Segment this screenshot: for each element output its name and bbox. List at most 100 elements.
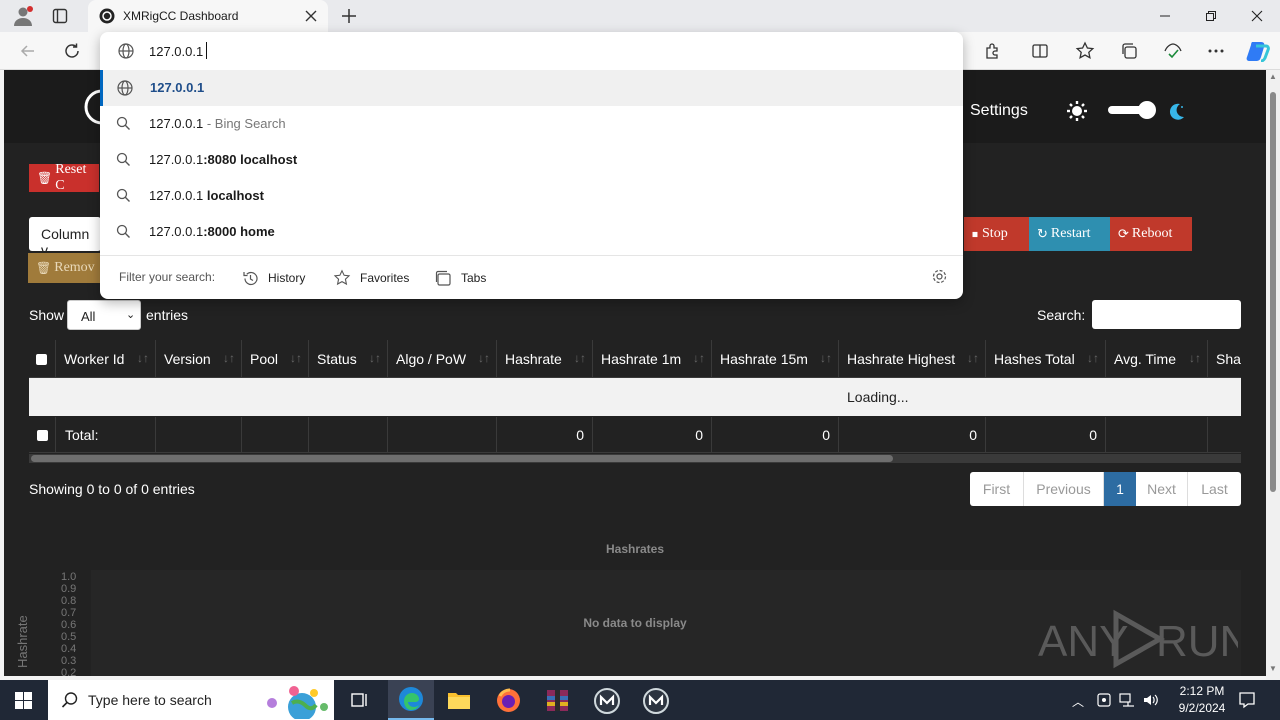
page-next[interactable]: Next bbox=[1136, 472, 1188, 506]
network-icon[interactable] bbox=[1119, 692, 1135, 708]
profile-icon[interactable] bbox=[12, 5, 34, 27]
file-explorer-icon[interactable] bbox=[447, 689, 471, 711]
volume-icon[interactable] bbox=[1142, 692, 1158, 708]
chart-ytick: 0.6 bbox=[61, 619, 77, 631]
suggestion-query: 127.0.0.1 bbox=[149, 152, 204, 167]
reboot-button[interactable]: ⟳ Reboot bbox=[1110, 217, 1192, 251]
tray-device-icon[interactable] bbox=[1096, 692, 1112, 708]
sun-icon[interactable] bbox=[1066, 100, 1088, 122]
task-view-icon[interactable] bbox=[351, 691, 369, 709]
svg-text:RUN: RUN bbox=[1156, 617, 1238, 666]
page-previous[interactable]: Previous bbox=[1024, 472, 1104, 506]
column-visibility-select[interactable]: Column v bbox=[29, 217, 101, 258]
total-cell-algo bbox=[388, 417, 497, 453]
suggestion-item[interactable]: 127.0.0.1 bbox=[100, 70, 963, 106]
column-header-label: Worker Id bbox=[64, 351, 125, 367]
nav-settings[interactable]: Settings bbox=[970, 102, 1028, 120]
windows-start-icon[interactable] bbox=[15, 692, 32, 709]
trash-icon-2: 🗑 bbox=[36, 260, 52, 275]
taskbar-search-box[interactable]: Type here to search bbox=[48, 680, 334, 720]
moon-icon[interactable] bbox=[1167, 101, 1187, 121]
column-header[interactable]: Hashrate 15m ↓↑ bbox=[712, 340, 839, 378]
tab-actions-icon[interactable] bbox=[52, 8, 68, 24]
table-search-input[interactable] bbox=[1092, 300, 1241, 329]
extensions-icon[interactable] bbox=[983, 42, 1001, 60]
page-scrollbar[interactable]: ▲ ▼ bbox=[1266, 70, 1280, 680]
column-header[interactable]: Avg. Time ↓↑ bbox=[1106, 340, 1208, 378]
collections-icon[interactable] bbox=[1120, 42, 1138, 60]
firefox-icon[interactable] bbox=[496, 688, 521, 713]
split-screen-icon[interactable] bbox=[1031, 42, 1049, 60]
total-hashrate-highest: 0 bbox=[839, 417, 986, 453]
column-header-label: Algo / PoW bbox=[396, 351, 467, 367]
minimize-icon[interactable] bbox=[1142, 0, 1188, 32]
column-header[interactable]: Algo / PoW ↓↑ bbox=[388, 340, 497, 378]
performance-icon[interactable] bbox=[1163, 42, 1183, 60]
column-header[interactable]: Pool ↓↑ bbox=[242, 340, 309, 378]
scroll-down-icon[interactable]: ▼ bbox=[1269, 664, 1277, 673]
back-icon[interactable] bbox=[20, 43, 36, 59]
anyrun-watermark: ANY RUN bbox=[1038, 608, 1238, 670]
xmrigcc-app-icon-2[interactable] bbox=[643, 688, 669, 714]
tray-chevron-icon[interactable]: ︿ bbox=[1072, 693, 1084, 710]
chart-ytick: 0.7 bbox=[61, 607, 77, 619]
taskbar-search-icon bbox=[61, 691, 79, 709]
new-tab-icon[interactable] bbox=[340, 7, 358, 25]
scroll-up-icon[interactable]: ▲ bbox=[1269, 72, 1277, 81]
column-header-label: Version bbox=[164, 351, 211, 367]
row-checkbox[interactable] bbox=[29, 417, 56, 453]
suggestion-query: 127.0.0.1 bbox=[150, 80, 205, 95]
tab-xmrigcc[interactable]: XMRigCC Dashboard bbox=[88, 0, 328, 32]
column-header-label: Pool bbox=[250, 351, 279, 367]
clock-date[interactable]: 9/2/2024 bbox=[1172, 701, 1232, 715]
select-all-checkbox[interactable] bbox=[29, 340, 56, 378]
filter-favorites[interactable]: Favorites bbox=[333, 268, 409, 288]
page-last[interactable]: Last bbox=[1188, 472, 1241, 506]
filter-history[interactable]: History bbox=[242, 268, 305, 288]
favorites-star-icon[interactable] bbox=[1075, 41, 1095, 61]
column-header[interactable]: Hashes Total ↓↑ bbox=[986, 340, 1106, 378]
page-first[interactable]: First bbox=[970, 472, 1024, 506]
winrar-icon[interactable] bbox=[545, 688, 570, 713]
theme-toggle-knob[interactable] bbox=[1138, 101, 1156, 119]
restore-icon[interactable] bbox=[1188, 0, 1234, 32]
stop-button[interactable]: ⏹ Stop bbox=[964, 217, 1029, 251]
close-window-icon[interactable] bbox=[1234, 0, 1280, 32]
trash-icon: 🗑 bbox=[37, 170, 53, 185]
taskbar: Type here to search ︿ 2:12 PM 9/2/2024 bbox=[0, 680, 1280, 720]
page-scrollbar-thumb[interactable] bbox=[1270, 92, 1276, 492]
column-header[interactable]: Hashrate ↓↑ bbox=[497, 340, 593, 378]
suggestion-item[interactable]: 127.0.0.1:8000 home bbox=[100, 214, 963, 250]
page-1[interactable]: 1 bbox=[1104, 472, 1136, 506]
clock-time[interactable]: 2:12 PM bbox=[1172, 684, 1232, 698]
close-tab-icon[interactable] bbox=[304, 9, 318, 23]
suggestion-item[interactable]: 127.0.0.1 - Bing Search bbox=[100, 106, 963, 142]
copilot-icon[interactable] bbox=[1246, 40, 1270, 62]
reset-button[interactable]: 🗑 Reset C bbox=[29, 162, 99, 193]
sort-icon: ↓↑ bbox=[574, 351, 586, 365]
column-header[interactable]: Version ↓↑ bbox=[156, 340, 242, 378]
column-header[interactable]: Worker Id ↓↑ bbox=[56, 340, 156, 378]
column-header[interactable]: Sha bbox=[1208, 340, 1241, 378]
suggestion-item[interactable]: 127.0.0.1 localhost bbox=[100, 178, 963, 214]
filter-tabs[interactable]: Tabs bbox=[435, 268, 486, 288]
suggestion-item[interactable]: 127.0.0.1:8080 localhost bbox=[100, 142, 963, 178]
column-header[interactable]: Status ↓↑ bbox=[309, 340, 388, 378]
remove-button[interactable]: 🗑 Remov bbox=[28, 253, 100, 283]
column-header[interactable]: Hashrate 1m ↓↑ bbox=[593, 340, 712, 378]
entries-select[interactable]: All ⌄ bbox=[67, 300, 141, 330]
address-bar[interactable]: 127.0.0.1 bbox=[100, 32, 963, 70]
more-menu-icon[interactable] bbox=[1207, 42, 1225, 60]
search-icon bbox=[116, 188, 131, 203]
restart-button[interactable]: ↻ Restart bbox=[1029, 217, 1110, 251]
suggestion-completion: :8080 localhost bbox=[203, 152, 298, 167]
search-settings-gear-icon[interactable] bbox=[931, 268, 948, 285]
notifications-icon[interactable] bbox=[1238, 691, 1256, 709]
show-label: Show bbox=[29, 307, 65, 323]
column-header[interactable]: Hashrate Highest ↓↑ bbox=[839, 340, 986, 378]
xmrigcc-app-icon[interactable] bbox=[594, 688, 620, 714]
refresh-icon[interactable] bbox=[63, 42, 81, 60]
address-input[interactable]: 127.0.0.1 bbox=[149, 44, 203, 59]
table-scrollbar-thumb[interactable] bbox=[31, 455, 893, 462]
edge-taskbar-icon[interactable] bbox=[388, 680, 434, 720]
